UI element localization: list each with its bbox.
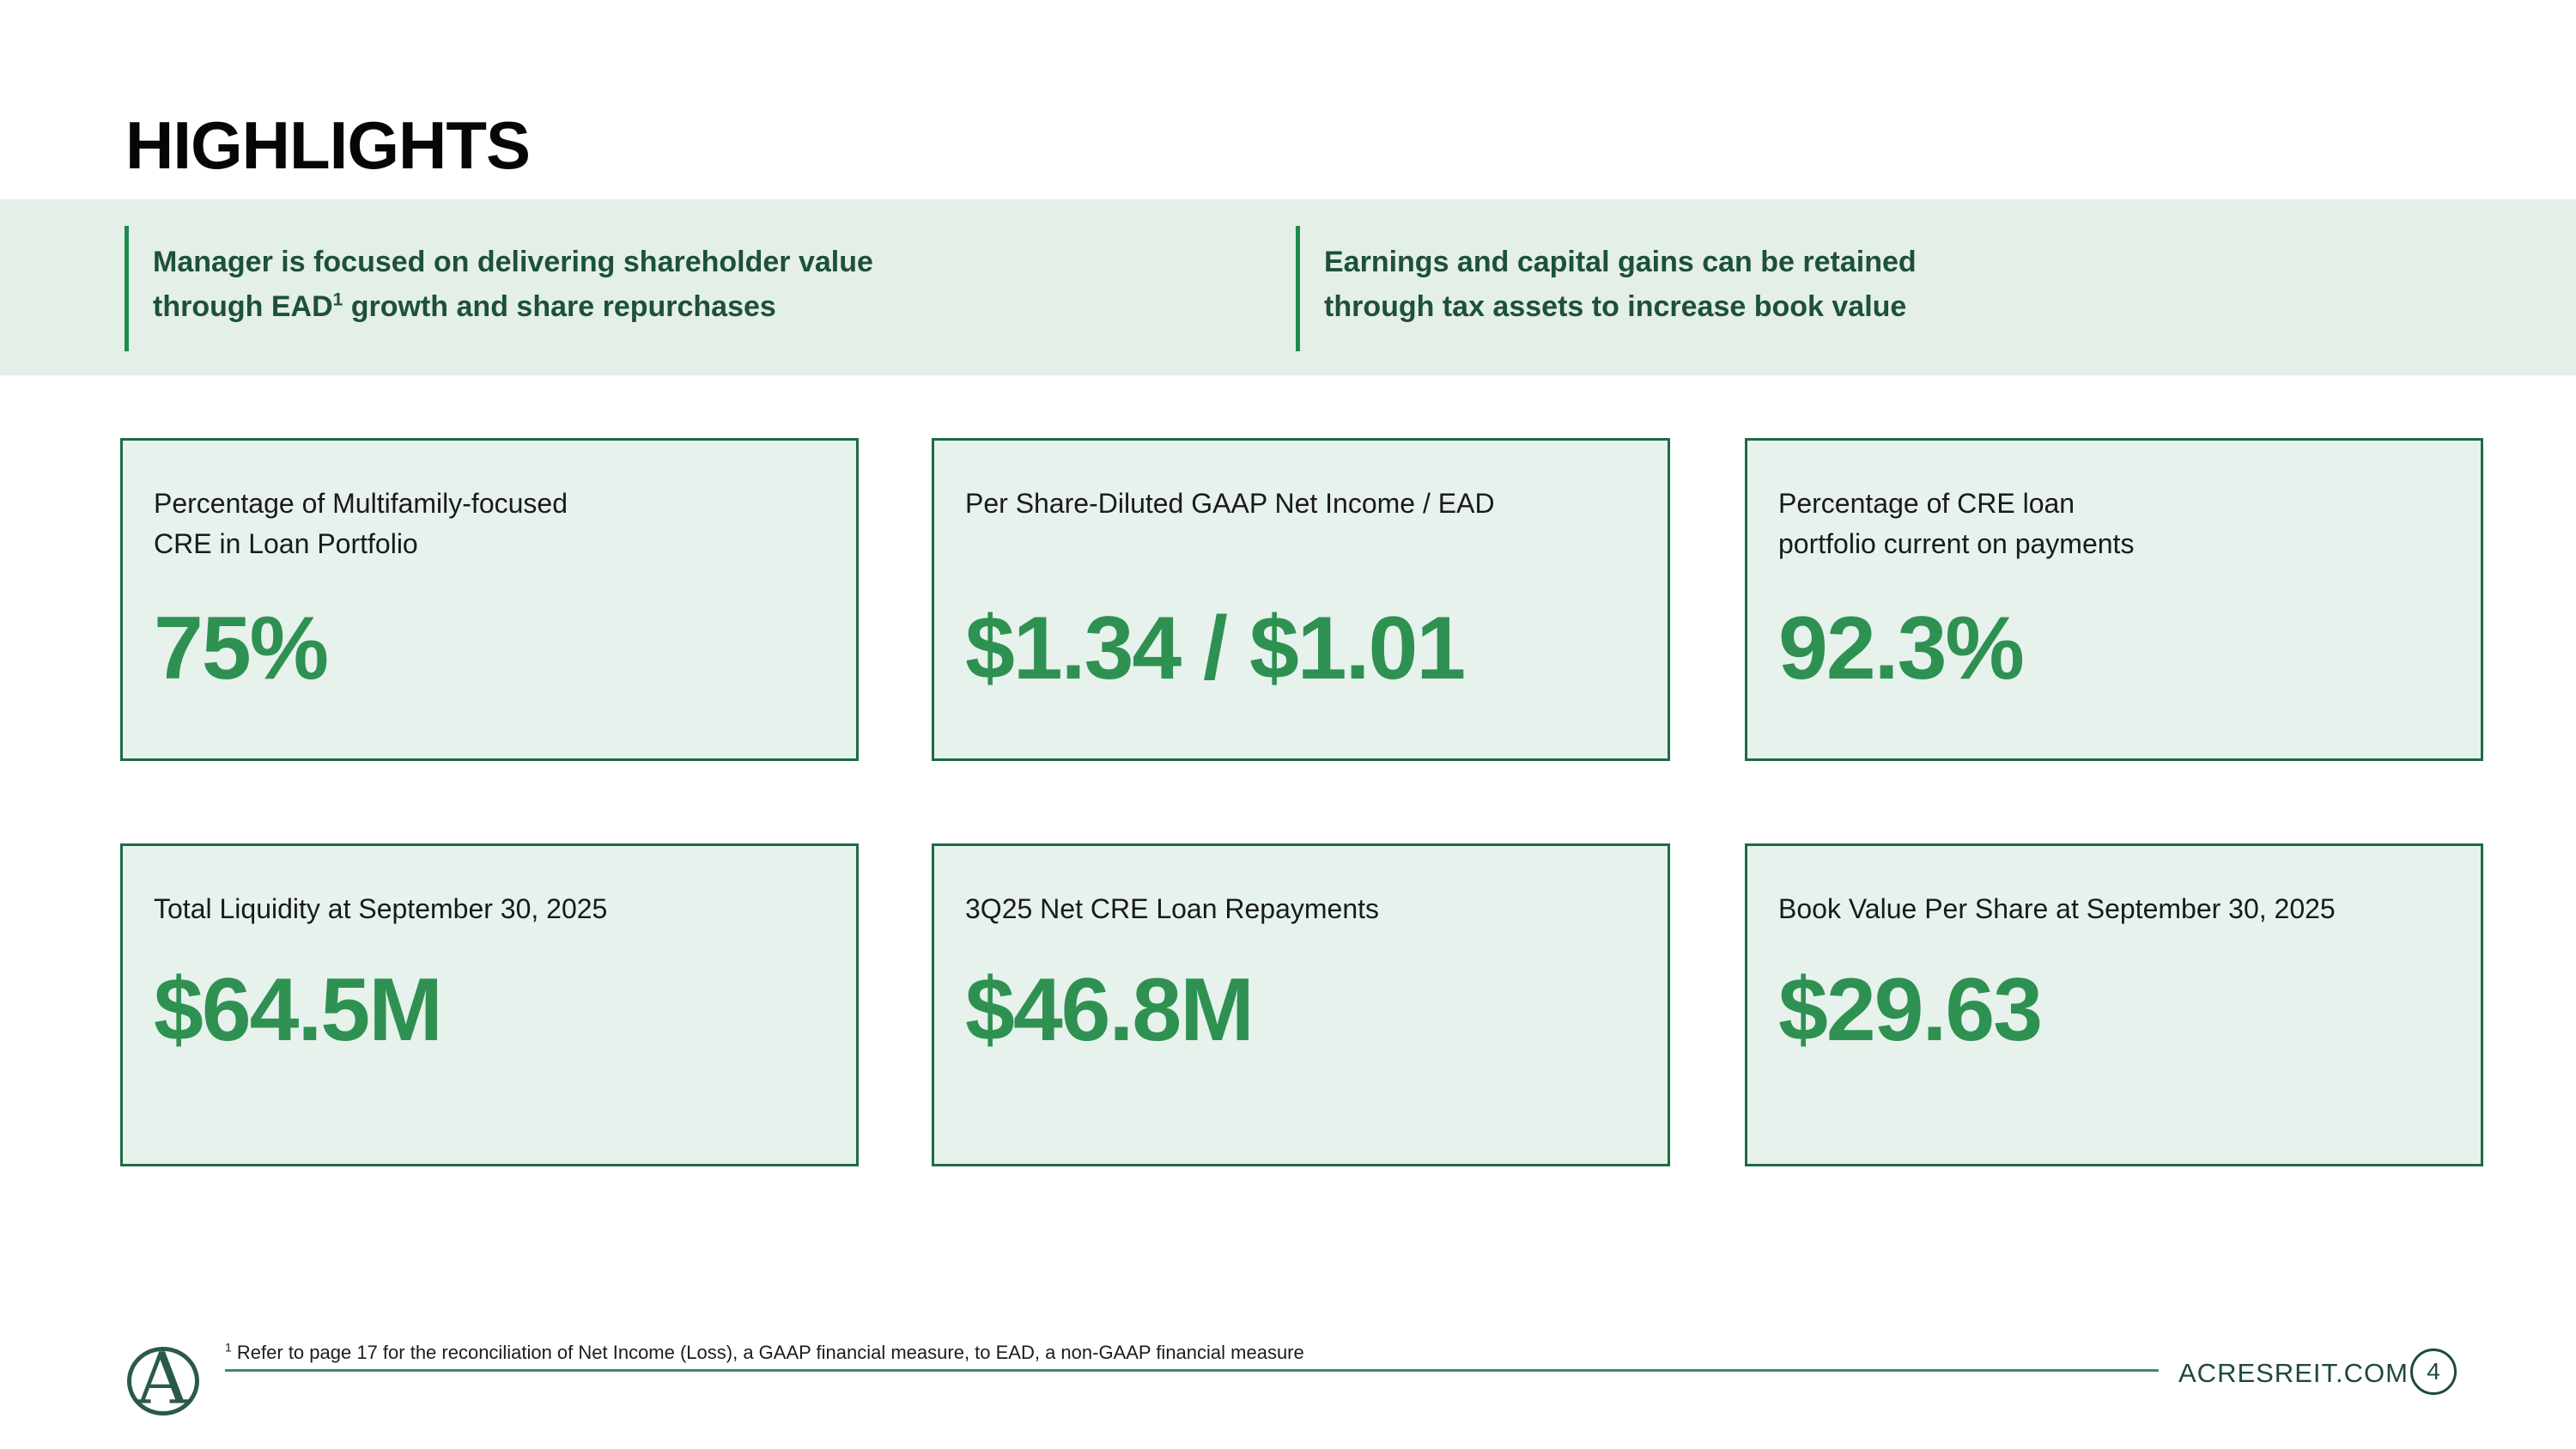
page-number-badge: 4 <box>2410 1349 2457 1395</box>
banner-statement-manager: Manager is focused on delivering shareho… <box>125 226 873 351</box>
statement-line: through tax assets to increase book valu… <box>1324 284 1917 329</box>
statement-accent-bar <box>1296 226 1300 351</box>
metric-label: Percentage of CRE loan portfolio current… <box>1778 484 2450 564</box>
metric-label: Total Liquidity at September 30, 2025 <box>154 889 825 929</box>
card-book-value-per-share: Book Value Per Share at September 30, 20… <box>1745 843 2483 1166</box>
metric-value: $64.5M <box>154 965 825 1055</box>
logo-letter: A <box>137 1344 187 1415</box>
metric-label: Book Value Per Share at September 30, 20… <box>1778 889 2450 929</box>
statement-line: through EAD1 growth and share repurchase… <box>153 284 873 329</box>
metric-value: $46.8M <box>965 965 1637 1055</box>
statement-line: Manager is focused on delivering shareho… <box>153 240 873 284</box>
page-number: 4 <box>2427 1358 2440 1385</box>
metric-label: 3Q25 Net CRE Loan Repayments <box>965 889 1637 929</box>
metric-value: $1.34 / $1.01 <box>965 604 1637 693</box>
statement-text: Manager is focused on delivering shareho… <box>153 240 873 329</box>
card-per-share-net-income-ead: Per Share-Diluted GAAP Net Income / EAD … <box>932 438 1670 761</box>
footnote: 1 Refer to page 17 for the reconciliatio… <box>225 1342 1304 1364</box>
statement-accent-bar <box>125 226 129 351</box>
metric-label: Per Share-Diluted GAAP Net Income / EAD <box>965 484 1637 564</box>
metric-value: 92.3% <box>1778 604 2450 693</box>
footnote-marker: 1 <box>225 1341 232 1355</box>
metric-label: Percentage of Multifamily-focused CRE in… <box>154 484 825 564</box>
banner-statement-earnings: Earnings and capital gains can be retain… <box>1296 226 1917 351</box>
statement-line: Earnings and capital gains can be retain… <box>1324 240 1917 284</box>
card-net-cre-loan-repayments: 3Q25 Net CRE Loan Repayments $46.8M <box>932 843 1670 1166</box>
card-total-liquidity: Total Liquidity at September 30, 2025 $6… <box>120 843 859 1166</box>
card-cre-portfolio-current: Percentage of CRE loan portfolio current… <box>1745 438 2483 761</box>
metric-value: 75% <box>154 604 825 693</box>
metric-value: $29.63 <box>1778 965 2450 1055</box>
page-title: HIGHLIGHTS <box>125 107 530 185</box>
footnote-marker: 1 <box>333 290 343 310</box>
highlight-banner: Manager is focused on delivering shareho… <box>0 199 2576 375</box>
card-multifamily-cre-percentage: Percentage of Multifamily-focused CRE in… <box>120 438 859 761</box>
acres-logo: A <box>125 1343 201 1419</box>
footer-divider <box>225 1369 2159 1372</box>
statement-text: Earnings and capital gains can be retain… <box>1324 240 1917 329</box>
website-text: ACRESREIT.COM <box>2178 1358 2409 1389</box>
